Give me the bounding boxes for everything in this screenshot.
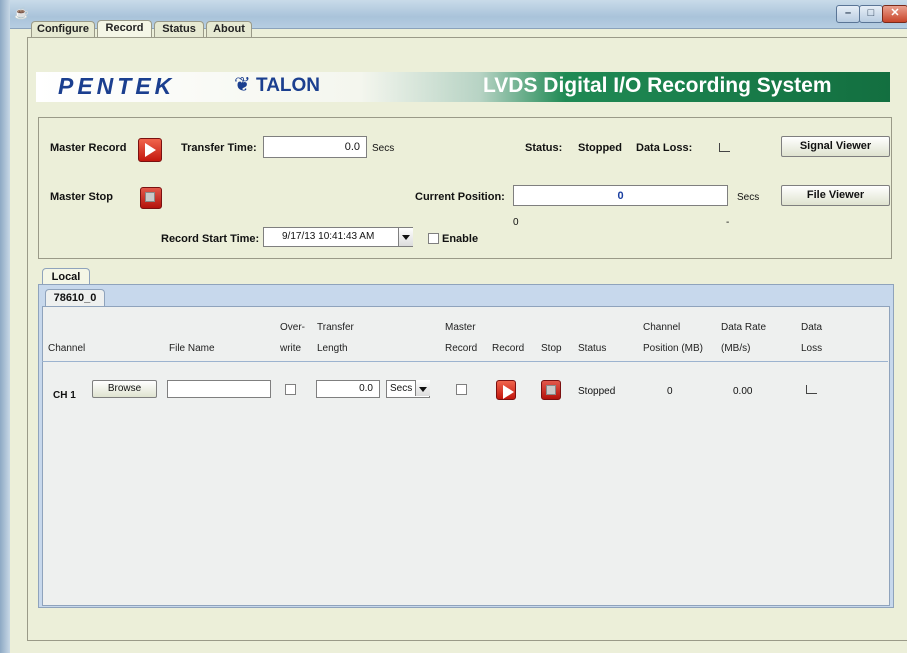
current-position-label: Current Position: bbox=[415, 191, 505, 203]
record-start-time-label: Record Start Time: bbox=[161, 233, 260, 245]
header-divider bbox=[42, 361, 888, 362]
header-channel-position-line1: Channel bbox=[643, 322, 681, 333]
browse-button[interactable]: Browse bbox=[92, 380, 157, 398]
header-file-name: File Name bbox=[169, 343, 215, 354]
tab-record[interactable]: Record bbox=[97, 20, 152, 38]
data-loss-indicator bbox=[719, 143, 730, 152]
app-title: LVDS Digital I/O Recording System bbox=[483, 74, 832, 97]
tab-local[interactable]: Local bbox=[42, 268, 90, 285]
signal-viewer-button[interactable]: Signal Viewer bbox=[781, 136, 890, 157]
transfer-time-unit: Secs bbox=[372, 143, 395, 154]
transfer-length-input[interactable]: 0.0 bbox=[316, 380, 380, 398]
pentek-logo: PENTEK bbox=[58, 73, 176, 99]
tab-78610-0[interactable]: 78610_0 bbox=[45, 289, 105, 306]
window-left-edge bbox=[0, 0, 10, 653]
status-value: Stopped bbox=[578, 142, 622, 154]
header-data-loss-line1: Data bbox=[801, 322, 823, 333]
record-start-time-select[interactable]: 9/17/13 10:41:43 AM bbox=[263, 227, 413, 247]
row-record-button[interactable] bbox=[496, 380, 516, 400]
master-stop-label: Master Stop bbox=[50, 191, 113, 203]
data-loss-label: Data Loss: bbox=[636, 142, 693, 154]
row-channel-position: 0 bbox=[667, 386, 673, 397]
header-overwrite-line2: write bbox=[280, 343, 302, 354]
file-viewer-button[interactable]: File Viewer bbox=[781, 185, 890, 206]
header-data-rate-line2: (MB/s) bbox=[721, 343, 751, 354]
transfer-time-label: Transfer Time: bbox=[181, 142, 257, 154]
header-channel: Channel bbox=[48, 343, 86, 354]
master-record-label: Master Record bbox=[50, 142, 127, 154]
master-record-button[interactable] bbox=[138, 138, 162, 162]
transfer-time-input[interactable]: 0.0 bbox=[263, 136, 367, 158]
file-name-input[interactable] bbox=[167, 380, 271, 398]
talon-wing-icon: ❦ bbox=[234, 74, 251, 96]
header-master-line2: Record bbox=[445, 343, 478, 354]
header-transfer-line1: Transfer bbox=[317, 322, 354, 333]
maximize-button[interactable]: □ bbox=[859, 5, 883, 23]
enable-checkbox[interactable] bbox=[428, 233, 439, 244]
current-position-field: 0 bbox=[513, 185, 728, 206]
enable-label: Enable bbox=[442, 233, 479, 245]
close-button[interactable]: ✕ bbox=[882, 5, 907, 23]
position-range-max: - bbox=[726, 217, 730, 228]
status-label: Status: bbox=[525, 142, 563, 154]
overwrite-checkbox[interactable] bbox=[285, 384, 296, 395]
chevron-down-icon[interactable] bbox=[415, 380, 430, 396]
master-stop-button[interactable] bbox=[140, 187, 162, 209]
header-stop: Stop bbox=[541, 343, 562, 354]
row-data-loss-indicator bbox=[806, 385, 817, 394]
minimize-button[interactable]: – bbox=[836, 5, 860, 23]
tab-status[interactable]: Status bbox=[154, 21, 204, 37]
header-overwrite-line1: Over- bbox=[280, 322, 305, 333]
position-range-min: 0 bbox=[513, 217, 519, 228]
tab-about[interactable]: About bbox=[206, 21, 252, 37]
row-stop-button[interactable] bbox=[541, 380, 561, 400]
master-record-checkbox[interactable] bbox=[456, 384, 467, 395]
java-icon: ☕ bbox=[14, 6, 29, 20]
talon-logo: TALON bbox=[256, 75, 321, 96]
header-status: Status bbox=[578, 343, 607, 354]
header-record: Record bbox=[492, 343, 525, 354]
current-position-unit: Secs bbox=[737, 192, 760, 203]
row-status: Stopped bbox=[578, 386, 616, 397]
row-channel: CH 1 bbox=[53, 390, 76, 401]
header-data-loss-line2: Loss bbox=[801, 343, 823, 354]
header-transfer-line2: Length bbox=[317, 343, 348, 354]
tab-configure[interactable]: Configure bbox=[31, 21, 95, 37]
header-channel-position-line2: Position (MB) bbox=[643, 343, 704, 354]
header-master-line1: Master bbox=[445, 322, 476, 333]
row-data-rate: 0.00 bbox=[733, 386, 753, 397]
chevron-down-icon[interactable] bbox=[398, 228, 413, 246]
header-data-rate-line1: Data Rate bbox=[721, 322, 767, 333]
